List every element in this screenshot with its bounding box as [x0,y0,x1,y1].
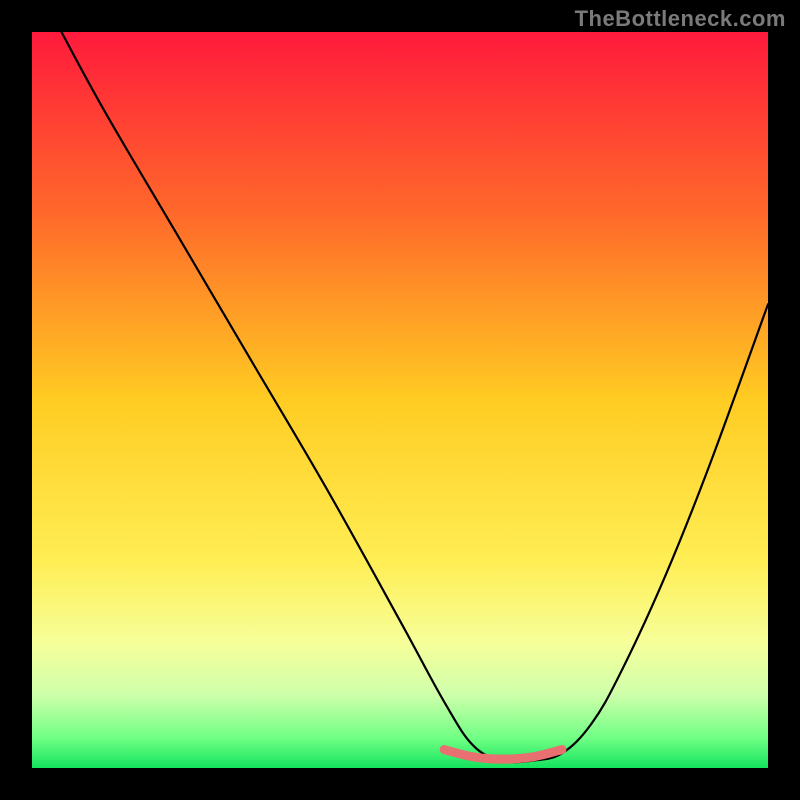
chart-frame: TheBottleneck.com [0,0,800,800]
bottleneck-chart [0,0,800,800]
plot-background [32,32,768,768]
attribution-label: TheBottleneck.com [575,6,786,32]
